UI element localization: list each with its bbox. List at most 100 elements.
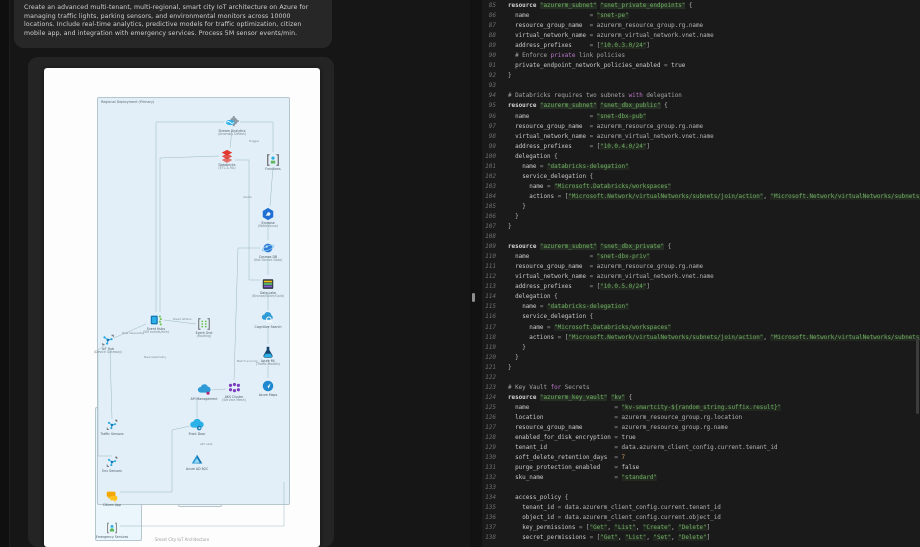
line-number[interactable]: 99: [482, 142, 508, 152]
code-line: 89 address_prefixes = ["10.0.3.0/24"]: [482, 41, 920, 51]
line-number[interactable]: 101: [482, 162, 508, 172]
line-number[interactable]: 97: [482, 122, 508, 132]
line-number[interactable]: 121: [482, 363, 508, 373]
code-text: resource "azurerm_subnet" "snet_dbx_priv…: [508, 244, 672, 251]
line-number[interactable]: 123: [482, 383, 508, 393]
line-number[interactable]: 104: [482, 192, 508, 202]
line-number[interactable]: 133: [482, 483, 508, 493]
edge-label: Dead letters: [173, 317, 192, 321]
pane-resizer-handle[interactable]: [472, 293, 475, 302]
line-number[interactable]: 138: [482, 533, 508, 543]
code-text: name = "snet-pe": [515, 13, 629, 20]
pane-divider: [470, 0, 482, 547]
line-number[interactable]: 125: [482, 403, 508, 413]
code-text: name = "databricks-delegation": [522, 304, 629, 311]
code-text: # Enforce private link policies: [515, 53, 626, 60]
code-text: service_delegation {: [522, 173, 594, 180]
line-number[interactable]: 112: [482, 272, 508, 282]
line-number[interactable]: 94: [482, 91, 508, 101]
node-subtitle: (Anomaly Detect): [217, 132, 247, 137]
line-number[interactable]: 116: [482, 312, 508, 322]
code-text: soft_delete_retention_days = 7: [515, 455, 626, 462]
scrollbar-thumb[interactable]: [916, 338, 919, 414]
line-number[interactable]: 118: [482, 333, 508, 343]
line-number[interactable]: 134: [482, 493, 508, 503]
code-line: 94 # Databricks requires two subnets with…: [482, 91, 920, 101]
line-number[interactable]: 137: [482, 523, 508, 533]
line-number[interactable]: 102: [482, 172, 508, 182]
node-title: Cognitive Search: [254, 324, 282, 329]
edge-label: Trigger: [249, 139, 260, 143]
code-line: 116 service_delegation {: [482, 312, 920, 322]
code-text: tenant_id = data.azurerm_client_config.c…: [515, 445, 778, 452]
code-line: 133: [482, 483, 920, 493]
line-number[interactable]: 105: [482, 202, 508, 212]
code-line: 106 }: [482, 212, 920, 222]
line-number[interactable]: 100: [482, 152, 508, 162]
line-number[interactable]: 122: [482, 373, 508, 383]
architecture-diagram[interactable]: Shared ServicesEdge DevicesMicroservices…: [44, 68, 320, 547]
line-number[interactable]: 124: [482, 393, 508, 403]
line-number[interactable]: 126: [482, 413, 508, 423]
line-number[interactable]: 95: [482, 101, 508, 111]
code-text: resource_group_name = azurerm_resource_g…: [515, 424, 728, 431]
line-number[interactable]: 89: [482, 41, 508, 51]
line-number[interactable]: 110: [482, 252, 508, 262]
code-line: 112 virtual_network_name = azurerm_virtu…: [482, 272, 920, 282]
code-line: 119 }: [482, 343, 920, 353]
code-text: address_prefixes = ["10.0.3.0/24"]: [515, 43, 650, 50]
line-number[interactable]: 93: [482, 81, 508, 91]
line-number[interactable]: 129: [482, 443, 508, 453]
line-number[interactable]: 92: [482, 71, 508, 81]
line-number[interactable]: 130: [482, 453, 508, 463]
node-label: Emergency Services: [86, 535, 138, 540]
line-number[interactable]: 111: [482, 262, 508, 272]
line-number[interactable]: 114: [482, 292, 508, 302]
line-number[interactable]: 98: [482, 132, 508, 142]
line-number[interactable]: 113: [482, 282, 508, 292]
line-number[interactable]: 108: [482, 232, 508, 242]
line-number[interactable]: 120: [482, 353, 508, 363]
code-editor[interactable]: 85 resource "azurerm_subnet" "snet_privat…: [482, 0, 920, 547]
line-number[interactable]: 91: [482, 61, 508, 71]
node-title: Azure Maps: [258, 392, 278, 397]
group-label: Regional Deployment (Primary): [101, 99, 155, 104]
aks-cluster-icon: [227, 381, 241, 395]
code-line: 130 soft_delete_retention_days = 7: [482, 453, 920, 463]
line-number[interactable]: 107: [482, 222, 508, 232]
code-text: delegation {: [515, 294, 558, 301]
line-number[interactable]: 88: [482, 31, 508, 41]
line-number[interactable]: 135: [482, 503, 508, 513]
line-number[interactable]: 87: [482, 21, 508, 31]
code-text: name = "snet-dbx-pub": [515, 113, 647, 120]
line-number[interactable]: 85: [482, 1, 508, 11]
line-number[interactable]: 132: [482, 473, 508, 483]
line-number[interactable]: 119: [482, 343, 508, 353]
line-number[interactable]: 115: [482, 302, 508, 312]
code-line: 118 actions = ["Microsoft.Network/virtua…: [482, 333, 920, 343]
code-text: }: [515, 354, 519, 361]
edge-label: Alerts: [243, 195, 252, 199]
code-text: resource "azurerm_subnet" "snet_dbx_publ…: [508, 103, 668, 110]
line-number[interactable]: 106: [482, 212, 508, 222]
line-number[interactable]: 96: [482, 112, 508, 122]
line-number[interactable]: 117: [482, 323, 508, 333]
code-text: # Databricks requires two subnets with d…: [508, 93, 682, 100]
line-number[interactable]: 128: [482, 433, 508, 443]
code-line: 138 secret_permissions = ["Get", "List",…: [482, 533, 920, 543]
code-line: 109 resource "azurerm_subnet" "snet_dbx_p…: [482, 242, 920, 252]
data-lake-icon: [261, 277, 275, 291]
line-number[interactable]: 131: [482, 463, 508, 473]
code-text: purge_protection_enabled = false: [515, 465, 640, 472]
line-number[interactable]: 127: [482, 423, 508, 433]
line-number[interactable]: 103: [482, 182, 508, 192]
code-line: 124 resource "azurerm_key_vault" "kv" {: [482, 393, 920, 403]
node-label: Cosmos DB (Hot Device Data): [242, 255, 294, 263]
code-text: # Key Vault for Secrets: [508, 384, 590, 391]
line-number[interactable]: 136: [482, 513, 508, 523]
line-number[interactable]: 109: [482, 242, 508, 252]
code-text: virtual_network_name = azurerm_virtual_n…: [515, 274, 714, 281]
line-number[interactable]: 90: [482, 51, 508, 61]
line-number[interactable]: 86: [482, 11, 508, 21]
code-text: name = "Microsoft.Databricks/workspaces": [529, 183, 672, 190]
